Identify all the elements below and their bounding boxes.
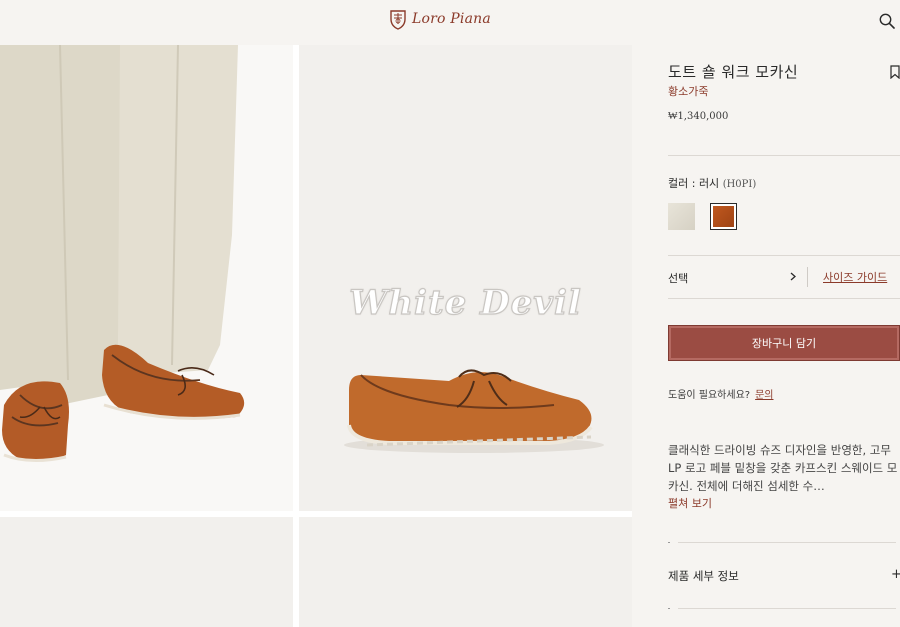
- watermark-text: White Devil: [349, 282, 582, 323]
- bookmark-icon[interactable]: [890, 65, 900, 79]
- chevron-right-icon: [790, 272, 796, 281]
- details-label: 제품 세부 정보: [668, 569, 739, 583]
- help-text: 도움이 필요하세요?: [668, 390, 751, 401]
- product-price: ₩1,340,000: [668, 111, 729, 122]
- divider: [668, 255, 900, 256]
- color-code: (H0PI): [722, 179, 757, 190]
- divider-dot: [668, 542, 670, 543]
- search-icon[interactable]: [878, 12, 896, 30]
- size-select[interactable]: 선택: [668, 267, 798, 287]
- product-details-accordion[interactable]: 제품 세부 정보 +: [668, 565, 900, 585]
- product-info-panel: 도트 숄 워크 모카신 황소가죽 ₩1,340,000 컬러 : 러시 (H0P…: [632, 45, 900, 627]
- brand-wordmark: Loro Piana: [412, 11, 491, 27]
- help-line: 도움이 필요하세요? 문의: [668, 386, 774, 401]
- image-placeholder-4[interactable]: [299, 517, 632, 627]
- swatch-rust-fill: [713, 206, 734, 227]
- color-name: 컬러 : 러시: [668, 177, 720, 190]
- color-label: 컬러 : 러시 (H0PI): [668, 175, 756, 191]
- image-placeholder-3[interactable]: [0, 517, 293, 627]
- divider: [678, 542, 896, 543]
- divider: [668, 298, 900, 299]
- contact-link[interactable]: 문의: [755, 390, 773, 401]
- size-select-label: 선택: [668, 272, 689, 285]
- add-to-cart-button[interactable]: 장바구니 담기: [668, 325, 900, 361]
- product-title: 도트 숄 워크 모카신: [668, 63, 799, 81]
- divider: [668, 155, 900, 156]
- product-material: 황소가죽: [668, 85, 709, 98]
- swatch-ivory[interactable]: [668, 203, 695, 230]
- divider-dot: [668, 608, 670, 609]
- top-header: Loro Piana: [0, 0, 900, 45]
- vertical-separator: [807, 267, 808, 287]
- swatch-rust-selected[interactable]: [710, 203, 737, 230]
- product-gallery: White Devil: [0, 45, 632, 627]
- model-wearing-loafers[interactable]: [0, 45, 293, 511]
- product-description: 클래식한 드라이빙 슈즈 디자인을 반영한, 고무 LP 로고 페블 밑창을 갖…: [668, 443, 898, 493]
- size-guide-link[interactable]: 사이즈 가이드: [823, 269, 887, 285]
- brand-logo[interactable]: Loro Piana: [388, 8, 491, 30]
- read-more-link[interactable]: 펼쳐 보기: [668, 495, 712, 511]
- loafer-side-view[interactable]: White Devil: [299, 45, 632, 511]
- divider: [678, 608, 896, 609]
- brand-crest-icon: [390, 10, 406, 30]
- plus-icon: +: [891, 567, 900, 582]
